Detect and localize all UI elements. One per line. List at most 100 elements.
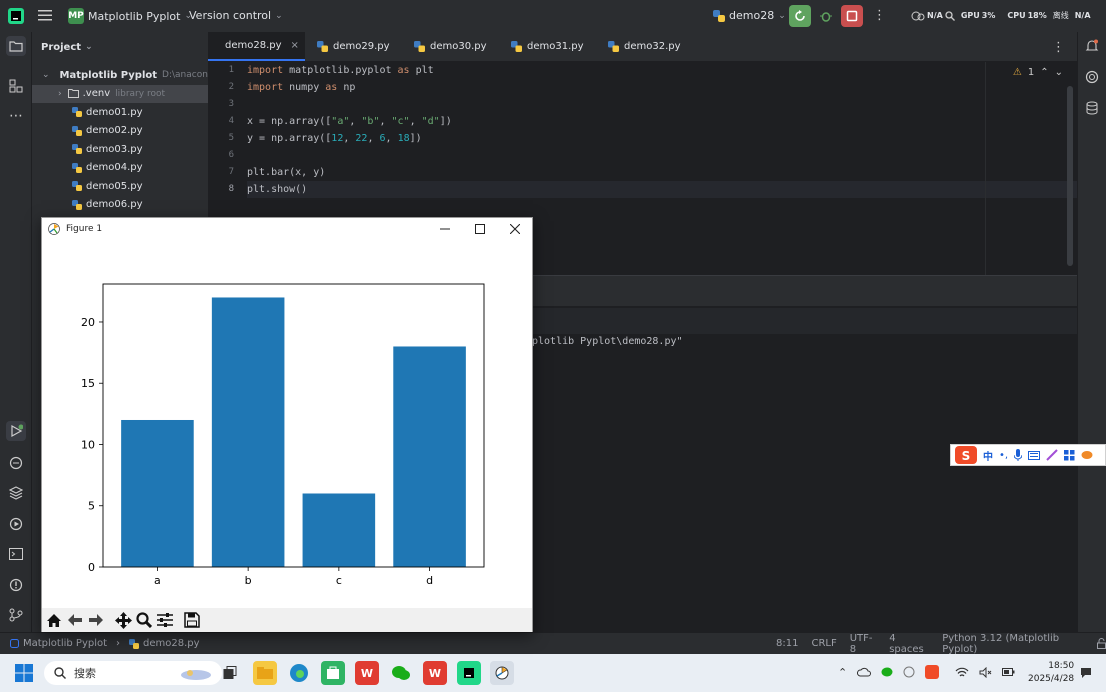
project-selector[interactable]: MP Matplotlib Pyplot ⌄ bbox=[68, 8, 192, 24]
tree-file-row[interactable]: demo05.py bbox=[32, 177, 208, 196]
file-explorer-icon[interactable] bbox=[253, 661, 277, 685]
tab-demo31[interactable]: demo31.py bbox=[499, 32, 596, 61]
chevron-up-icon[interactable]: ⌃ bbox=[1040, 67, 1048, 78]
home-button[interactable] bbox=[45, 611, 63, 629]
task-view-icon[interactable] bbox=[218, 661, 242, 685]
windows-start-icon[interactable] bbox=[12, 661, 36, 685]
notifications-icon[interactable] bbox=[1082, 36, 1102, 56]
indent-setting[interactable]: 4 spaces bbox=[889, 633, 929, 655]
maximize-button[interactable] bbox=[465, 218, 495, 239]
pan-button[interactable] bbox=[114, 611, 132, 629]
skin-icon[interactable] bbox=[1046, 449, 1058, 461]
database-icon[interactable] bbox=[1082, 98, 1102, 118]
forward-button[interactable] bbox=[87, 611, 105, 629]
tab-demo28[interactable]: demo28.py × bbox=[208, 32, 305, 61]
subplots-config-button[interactable] bbox=[156, 611, 174, 629]
run-config-selector[interactable]: demo28 ⌄ bbox=[713, 9, 786, 22]
line-separator[interactable]: CRLF bbox=[811, 638, 836, 649]
taskbar-search[interactable]: 搜索 bbox=[44, 661, 222, 685]
pycharm-icon[interactable] bbox=[457, 661, 481, 685]
line-number: 3 bbox=[228, 99, 234, 109]
sogou-ime-icon[interactable] bbox=[925, 665, 940, 679]
lock-icon[interactable] bbox=[1096, 638, 1106, 649]
caret-position[interactable]: 8:11 bbox=[776, 638, 798, 649]
layers-icon[interactable] bbox=[6, 483, 26, 503]
tree-file-row[interactable]: demo04.py bbox=[32, 159, 208, 178]
chevron-up-icon[interactable]: ⌃ bbox=[838, 666, 847, 679]
breadcrumb-project[interactable]: Matplotlib Pyplot bbox=[23, 638, 107, 649]
figure-title: Figure 1 bbox=[66, 223, 103, 234]
debug-button[interactable] bbox=[815, 5, 837, 27]
wechat-icon[interactable] bbox=[389, 661, 413, 685]
game-icon[interactable] bbox=[1081, 450, 1093, 460]
tree-venv-row[interactable]: › .venv library root bbox=[32, 84, 208, 103]
problems-icon[interactable] bbox=[6, 575, 26, 595]
matplotlib-figure-window[interactable]: Figure 1 0 5 10 15 20 a b c d bbox=[41, 217, 533, 632]
close-button[interactable] bbox=[500, 218, 530, 239]
store-app-icon[interactable] bbox=[321, 661, 345, 685]
more-actions-icon[interactable]: ⋮ bbox=[873, 8, 886, 23]
tab-demo29[interactable]: demo29.py bbox=[305, 32, 402, 61]
project-folder-icon[interactable] bbox=[6, 36, 26, 56]
git-icon[interactable] bbox=[6, 605, 26, 625]
inspection-widget[interactable]: ⚠ 1 ⌃ ⌄ bbox=[1013, 67, 1063, 78]
interpreter-selector[interactable]: Python 3.12 (Matplotlib Pyplot) bbox=[942, 633, 1083, 655]
ai-assistant-icon[interactable] bbox=[1082, 67, 1102, 87]
tree-root-row[interactable]: ⌄ Matplotlib Pyplot D:\anacond bbox=[32, 66, 214, 85]
tab-demo30[interactable]: demo30.py bbox=[402, 32, 499, 61]
speaker-muted-icon[interactable] bbox=[979, 666, 992, 678]
tree-file-row[interactable]: demo01.py bbox=[32, 103, 208, 122]
code-area[interactable]: import matplotlib.pyplot as plt import n… bbox=[247, 62, 1077, 198]
ime-language[interactable]: 中 bbox=[983, 448, 993, 463]
breadcrumb-file[interactable]: demo28.py bbox=[143, 638, 200, 649]
battery-icon[interactable] bbox=[1002, 667, 1015, 677]
figure-title-bar[interactable]: Figure 1 bbox=[42, 218, 532, 239]
main-menu-icon[interactable] bbox=[38, 9, 52, 21]
tree-file-row[interactable]: demo06.py bbox=[32, 196, 208, 215]
arrow-left-icon bbox=[68, 614, 82, 626]
close-icon bbox=[510, 223, 520, 234]
ime-punct-mode[interactable]: •, bbox=[999, 450, 1008, 461]
app-logo-icon[interactable] bbox=[8, 8, 24, 24]
tab-options-icon[interactable]: ⋮ bbox=[1052, 40, 1065, 55]
toolbox-icon[interactable] bbox=[1064, 449, 1075, 461]
chevron-down-icon[interactable]: ⌄ bbox=[1055, 67, 1063, 78]
rerun-button[interactable] bbox=[789, 5, 811, 27]
app-tray-icon[interactable] bbox=[903, 666, 915, 678]
edge-browser-icon[interactable] bbox=[287, 661, 311, 685]
wifi-icon[interactable] bbox=[955, 667, 969, 678]
structure-icon[interactable] bbox=[6, 76, 26, 96]
zoom-button[interactable] bbox=[135, 611, 153, 629]
wechat-tray-icon[interactable] bbox=[881, 666, 893, 678]
save-figure-button[interactable] bbox=[183, 611, 201, 629]
services-icon[interactable] bbox=[6, 514, 26, 534]
tree-file-row[interactable]: demo03.py bbox=[32, 140, 208, 159]
wps-writer-icon[interactable]: W bbox=[355, 661, 379, 685]
terminal-icon[interactable] bbox=[6, 544, 26, 564]
editor-scrollbar[interactable] bbox=[1067, 86, 1073, 266]
notification-center-icon[interactable] bbox=[1080, 667, 1092, 679]
wps-office-icon[interactable]: W bbox=[423, 661, 447, 685]
cloud-icon[interactable] bbox=[857, 667, 872, 677]
matplotlib-figure-taskbar-icon[interactable] bbox=[490, 661, 514, 685]
file-encoding[interactable]: UTF-8 bbox=[850, 633, 876, 655]
stop-button[interactable] bbox=[841, 5, 863, 27]
project-panel-header[interactable]: Project ⌄ bbox=[32, 32, 208, 62]
figure-canvas[interactable]: 0 5 10 15 20 a b c d bbox=[42, 239, 532, 608]
close-tab-icon[interactable]: × bbox=[291, 40, 299, 51]
keyboard-icon[interactable] bbox=[1028, 450, 1041, 460]
microphone-icon[interactable] bbox=[1014, 449, 1023, 461]
x-tick-label: c bbox=[336, 574, 342, 587]
more-tools-icon[interactable]: ⋯ bbox=[6, 106, 26, 126]
clock[interactable]: 18:50 2025/4/28 bbox=[1028, 660, 1074, 686]
tree-file-row[interactable]: demo02.py bbox=[32, 122, 208, 141]
run-tool-icon[interactable] bbox=[6, 421, 26, 441]
minimize-button[interactable] bbox=[430, 218, 460, 239]
ime-toolbar[interactable]: S 中 •, bbox=[950, 444, 1106, 466]
back-button[interactable] bbox=[66, 611, 84, 629]
python-console-icon[interactable] bbox=[6, 453, 26, 473]
tab-demo32[interactable]: demo32.py bbox=[596, 32, 693, 61]
vcs-selector[interactable]: Version control ⌄ bbox=[189, 9, 283, 22]
matplotlib-logo-icon bbox=[48, 222, 60, 235]
